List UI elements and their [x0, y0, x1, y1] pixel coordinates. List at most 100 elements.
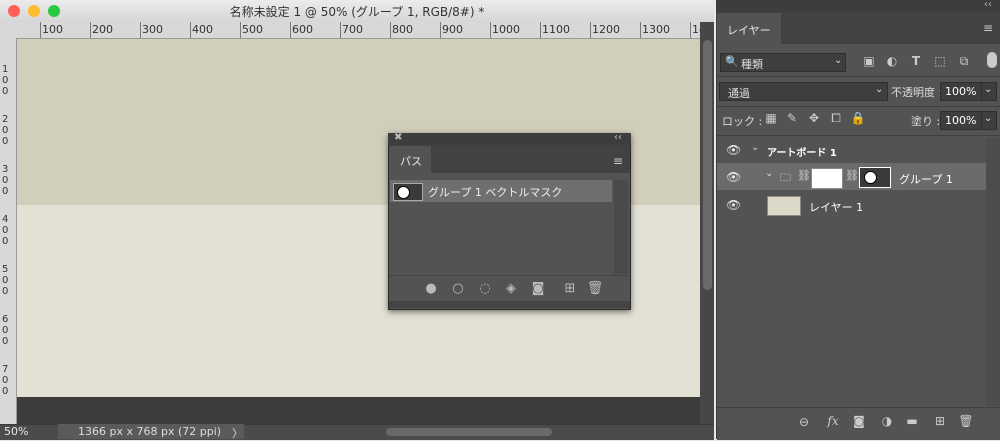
selection-from-path-icon[interactable]: ◌: [475, 281, 495, 296]
ruler-left[interactable]: 100 200 300 400 500 600 700: [0, 38, 17, 424]
paths-footer: ● ○ ◌ ◈ ◙ ⊞ 🗑: [389, 275, 630, 302]
text-filter-icon[interactable]: T: [907, 54, 925, 68]
collapse-icon[interactable]: ‹‹: [984, 0, 992, 10]
fill-dropdown[interactable]: ⌄: [981, 111, 997, 130]
panel-menu-icon[interactable]: ≡: [613, 154, 623, 168]
ruler-label: 300: [142, 23, 163, 36]
divider: [716, 135, 1000, 136]
trash-icon[interactable]: 🗑: [957, 414, 975, 428]
opacity-dropdown[interactable]: ⌄: [981, 82, 997, 101]
link-icon[interactable]: ⛓: [845, 169, 859, 182]
ruler-label: 1300: [642, 23, 670, 36]
adjustment-filter-icon[interactable]: ◐: [883, 54, 901, 68]
lock-transparent-icon[interactable]: ▦: [762, 111, 780, 125]
smart-object-filter-icon[interactable]: ⧉: [955, 54, 973, 69]
adjustment-icon[interactable]: ◑: [878, 414, 896, 428]
ruler-label: 400: [192, 23, 213, 36]
lock-brush-icon[interactable]: ✎: [783, 111, 801, 125]
collapse-icon[interactable]: ‹‹: [614, 132, 622, 143]
paths-resize-bar[interactable]: [389, 301, 630, 308]
tab-layers[interactable]: レイヤー: [717, 13, 781, 44]
opacity-input[interactable]: 100%: [940, 82, 982, 101]
add-mask-icon[interactable]: ◙: [528, 281, 548, 296]
folder-icon[interactable]: ▬: [903, 414, 921, 428]
tab-paths[interactable]: パス: [389, 146, 431, 174]
layer-thumbnail: [767, 196, 801, 216]
lock-position-icon[interactable]: ✥: [805, 111, 823, 125]
chevron-down-icon[interactable]: ⌄: [751, 142, 759, 153]
fill-input[interactable]: 100%: [940, 111, 982, 130]
zoom-level[interactable]: 50%: [4, 425, 44, 438]
layer-thumbnail: [811, 168, 843, 189]
fx-icon[interactable]: fx: [824, 414, 842, 428]
window-title: 名称未設定 1 @ 50% (グループ 1, RGB/8#) *: [229, 5, 485, 19]
layer-filter-select[interactable]: 🔍 種類 ⌄: [720, 53, 846, 72]
path-label: グループ 1 ベクトルマスク: [428, 186, 563, 199]
layers-footer: ⊖ fx ◙ ◑ ▬ ⊞ 🗑: [717, 407, 1000, 440]
ruler-label: 600: [292, 23, 313, 36]
ruler-tick: [340, 22, 341, 38]
eye-icon[interactable]: 👁: [726, 198, 741, 212]
ruler-tick: [540, 22, 541, 38]
fill-path-icon[interactable]: ●: [421, 281, 441, 296]
ruler-label: 100: [2, 64, 9, 97]
chevron-down-icon[interactable]: ⌄: [765, 168, 773, 179]
close-icon[interactable]: ✖: [394, 132, 402, 143]
link-icon[interactable]: ⊖: [795, 415, 813, 429]
link-icon[interactable]: ⛓: [797, 169, 811, 182]
divider: [716, 106, 1000, 107]
ruler-tick: [590, 22, 591, 38]
new-layer-icon[interactable]: ⊞: [931, 414, 949, 428]
opacity-label: 不透明度 :: [891, 86, 943, 99]
circle-mask-icon: [864, 171, 877, 184]
ruler-label: 500: [242, 23, 263, 36]
horizontal-scroll-thumb[interactable]: [386, 428, 552, 436]
add-mask-icon[interactable]: ◙: [850, 414, 868, 428]
ruler-top[interactable]: 100 200 300 400 500 600 700 800 900 1000 1100 1200 1…: [0, 22, 700, 39]
ruler-label: 200: [2, 114, 9, 147]
layer-filter-value: 種類: [741, 58, 763, 71]
pixel-filter-icon[interactable]: ▣: [860, 54, 878, 68]
stroke-path-icon[interactable]: ○: [448, 281, 468, 296]
document-size: 1366 px x 768 px (72 ppi): [78, 425, 222, 438]
path-thumbnail: [393, 183, 423, 201]
vertical-scroll-thumb[interactable]: [703, 40, 712, 290]
layers-scrollbar[interactable]: [986, 138, 1000, 406]
trash-icon[interactable]: 🗑: [585, 281, 605, 296]
blend-mode-select[interactable]: 通過 ⌄: [719, 82, 888, 101]
eye-icon[interactable]: 👁: [726, 170, 741, 184]
ruler-tick: [690, 22, 691, 38]
lock-label: ロック :: [722, 115, 763, 128]
shape-filter-icon[interactable]: ⬚: [931, 54, 949, 68]
ruler-label: 700: [342, 23, 363, 36]
ruler-tick: [90, 22, 91, 38]
layers-panel-header[interactable]: ‹‹: [716, 0, 1000, 12]
ruler-label: 100: [42, 23, 63, 36]
eye-icon[interactable]: 👁: [726, 143, 741, 157]
ruler-tick: [440, 22, 441, 38]
filter-toggle[interactable]: [987, 52, 997, 68]
ruler-tick: [140, 22, 141, 38]
ruler-label: 400: [2, 214, 9, 247]
path-from-selection-icon[interactable]: ◈: [501, 281, 521, 296]
ruler-tick: [240, 22, 241, 38]
ruler-tick: [390, 22, 391, 38]
tab-layers-label: レイヤー: [727, 24, 771, 37]
ruler-label: 600: [2, 314, 9, 347]
layer-name: アートボード 1: [767, 148, 837, 159]
ruler-label: 300: [2, 164, 9, 197]
lock-artboard-icon[interactable]: ⧠: [827, 111, 845, 126]
ruler-label: 900: [442, 23, 463, 36]
panel-menu-icon[interactable]: ≡: [983, 21, 993, 35]
chevron-down-icon: ⌄: [875, 84, 884, 95]
ruler-tick: [290, 22, 291, 38]
vector-mask-thumbnail[interactable]: [859, 167, 891, 188]
paths-panel-header[interactable]: ✖ ‹‹: [388, 132, 631, 145]
new-path-icon[interactable]: ⊞: [560, 281, 580, 296]
ruler-tick: [190, 22, 191, 38]
ruler-tick: [640, 22, 641, 38]
ruler-tick: [490, 22, 491, 38]
ruler-label: 1100: [542, 23, 570, 36]
paths-scrollbar[interactable]: [614, 180, 628, 274]
lock-all-icon[interactable]: 🔒: [849, 111, 867, 125]
